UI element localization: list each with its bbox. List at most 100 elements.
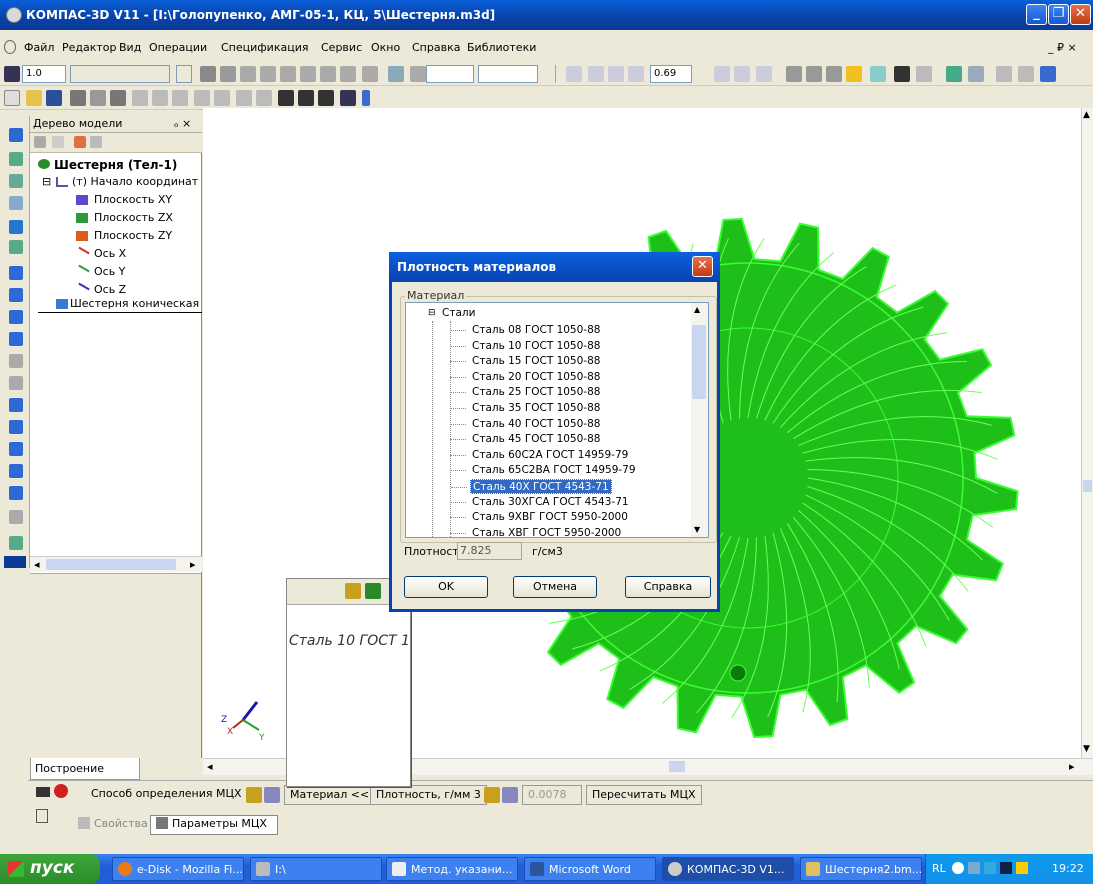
tree-view-icon[interactable] [74, 136, 86, 148]
help-button[interactable]: Справка [625, 576, 711, 598]
fillet-icon[interactable] [9, 398, 23, 412]
material-item[interactable]: Сталь 9ХВГ ГОСТ 5950-2000 [450, 510, 630, 525]
filter-icon[interactable] [916, 66, 932, 82]
material-item[interactable]: Сталь 45 ГОСТ 1050-88 [450, 432, 602, 447]
material-item[interactable]: Сталь 35 ГОСТ 1050-88 [450, 401, 602, 416]
help-pointer-icon[interactable] [340, 90, 356, 106]
measure-icon[interactable] [9, 240, 23, 254]
material-item[interactable]: Сталь 25 ГОСТ 1050-88 [450, 385, 602, 400]
material-item[interactable]: Сталь 15 ГОСТ 1050-88 [450, 354, 602, 369]
method-auto-icon[interactable] [246, 787, 262, 803]
close-button[interactable]: ✕ [1070, 4, 1091, 25]
layer-combo[interactable] [70, 65, 170, 83]
scroll-up-icon[interactable]: ▲ [1083, 110, 1090, 120]
dialog-titlebar[interactable]: Плотность материалов ✕ [389, 252, 720, 282]
recalculate-button[interactable]: Пересчитать МЦХ [586, 785, 702, 805]
perspective-icon[interactable] [894, 66, 910, 82]
tree-structure-icon[interactable] [52, 136, 64, 148]
material-item[interactable]: Сталь 60С2А ГОСТ 14959-79 [450, 448, 630, 463]
language-indicator[interactable]: RL [932, 862, 946, 875]
x-coordinate-field[interactable] [426, 65, 474, 83]
ok-button[interactable]: OK [404, 576, 488, 598]
rotate-icon[interactable] [734, 66, 750, 82]
scroll-left-icon[interactable]: ◂ [207, 760, 213, 773]
cut-revolve-icon[interactable] [9, 376, 23, 390]
tree-item-axis-x[interactable]: Ось X [94, 247, 126, 260]
new-document-icon[interactable] [4, 90, 20, 106]
tab-build[interactable]: Построение [30, 758, 140, 780]
help-icon[interactable] [36, 809, 48, 823]
material-tree-list[interactable]: ⊟ Стали Сталь 08 ГОСТ 1050-88 Сталь 10 ГО… [405, 302, 709, 538]
select-icon[interactable] [194, 90, 210, 106]
dialog-close-button[interactable]: ✕ [692, 256, 713, 277]
toolbar-options-icon[interactable] [1040, 66, 1056, 82]
mirror-icon[interactable] [9, 536, 23, 550]
tree-item-part[interactable]: Шестерня (Тел-1) [54, 158, 177, 172]
menu-operations[interactable]: Операции [149, 41, 207, 54]
scroll-thumb[interactable] [692, 325, 706, 399]
pin-close-controls[interactable]: ₒ × [174, 117, 191, 130]
shell-icon[interactable] [9, 486, 23, 500]
material-item[interactable]: Сталь 10 ГОСТ 1050-88 [450, 339, 602, 354]
pan-icon[interactable] [714, 66, 730, 82]
list-scrollbar[interactable]: ▲ ▼ [691, 303, 708, 537]
revolve-icon[interactable] [9, 288, 23, 302]
maximize-button[interactable]: ❐ [1048, 4, 1069, 25]
material-button[interactable]: Материал << [284, 785, 376, 805]
messenger-icon[interactable] [984, 862, 996, 874]
wireframe-icon[interactable] [786, 66, 802, 82]
tree-item-gear-operation[interactable]: Шестерня коническая [70, 297, 199, 310]
paste-icon[interactable] [172, 90, 188, 106]
shaded-edges-icon[interactable] [870, 66, 886, 82]
scroll-up-icon[interactable]: ▲ [694, 305, 700, 314]
pattern-icon[interactable] [9, 510, 23, 524]
tree-horizontal-scrollbar[interactable]: ◂ ▸ [30, 556, 202, 572]
zoom-combo[interactable]: 0.69 [650, 65, 692, 83]
orientation-icon[interactable] [756, 66, 772, 82]
manager-icon[interactable] [968, 66, 984, 82]
y-coordinate-field[interactable] [478, 65, 538, 83]
menu-view[interactable]: Вид [119, 41, 141, 54]
tree-order-icon[interactable] [34, 136, 46, 148]
scroll-thumb[interactable] [1083, 480, 1092, 492]
cancel-button[interactable]: Отмена [513, 576, 597, 598]
coords-icon[interactable] [340, 66, 356, 82]
density-field[interactable]: 7.825 [457, 542, 522, 560]
menu-window[interactable]: Окно [371, 41, 400, 54]
rib-icon[interactable] [9, 464, 23, 478]
method-manual-icon[interactable] [264, 787, 280, 803]
redo-icon[interactable] [256, 90, 272, 106]
scroll-thumb[interactable] [46, 559, 176, 570]
task-mozilla[interactable]: e-Disk - Mozilla Fi... [112, 857, 244, 881]
scroll-left-icon[interactable]: ◂ [34, 558, 40, 571]
parametrization-icon[interactable] [9, 220, 23, 234]
viewport-vertical-scrollbar[interactable]: ▲ ▼ [1081, 108, 1093, 758]
local-cs-icon[interactable] [362, 66, 378, 82]
preview-book-icon[interactable] [365, 583, 381, 599]
material-item[interactable]: Сталь 65С2ВА ГОСТ 14959-79 [450, 463, 638, 478]
extrude-icon[interactable] [9, 266, 23, 280]
function-icon[interactable] [318, 90, 334, 106]
ortho-icon[interactable] [220, 66, 236, 82]
window-titlebar[interactable]: КОМПАС-3D V11 - [I:\Голопупенко, АМГ-05-… [0, 0, 1093, 30]
density-auto-icon[interactable] [484, 787, 500, 803]
variables-icon[interactable] [298, 90, 314, 106]
properties-icon[interactable] [110, 90, 126, 106]
task-kompas[interactable]: КОМПАС-3D V1... [662, 857, 794, 881]
tray-arrow-icon[interactable] [952, 862, 964, 874]
loft-icon[interactable] [9, 332, 23, 346]
line-style-icon[interactable] [260, 66, 276, 82]
report-icon[interactable] [996, 66, 1012, 82]
edit-icon[interactable] [9, 196, 23, 210]
tree-item-plane-xy[interactable]: Плоскость XY [94, 193, 172, 206]
curves-icon[interactable] [9, 152, 23, 166]
task-method-doc[interactable]: Метод. указани... [386, 857, 518, 881]
shaded-icon[interactable] [846, 66, 862, 82]
scroll-thumb[interactable] [669, 761, 685, 772]
preview-library-icon[interactable] [345, 583, 361, 599]
sweep-icon[interactable] [9, 310, 23, 324]
minimize-button[interactable]: _ [1026, 4, 1047, 25]
menu-help[interactable]: Справка [412, 41, 460, 54]
cut-icon[interactable] [132, 90, 148, 106]
density-field[interactable]: 0.0078 [522, 785, 582, 805]
